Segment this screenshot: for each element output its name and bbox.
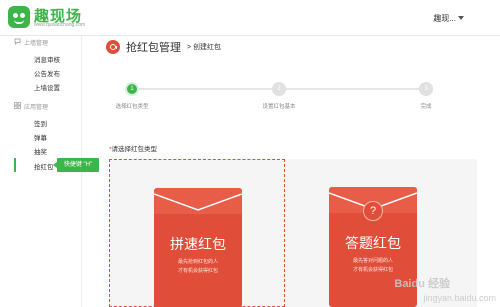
logo-mascot-icon [8,6,30,28]
sidebar-item-wall-settings[interactable]: 上墙设置 [34,82,60,92]
section-title-wall: 上墙管理 [24,41,49,47]
logo-subtitle: www.quxianchang.com [34,22,86,28]
packet-desc-line2: 才有机会获得红包 [352,267,393,273]
main-content: 抢红包管理 > 创建红包 1 2 3 选择红包类型 设置红包基本 完成 *请选择… [96,36,500,307]
breadcrumb: > 创建红包 [187,44,222,51]
sidebar-item-announcement[interactable]: 公告发布 [34,68,60,78]
step-3-dot: 3 [419,82,433,96]
step-1-dot: 1 [125,82,139,96]
packet-desc-line1: 最先抢到红包的人 [177,259,218,265]
sidebar-item-label: 抢红包 [34,164,54,171]
speed-packet-card[interactable]: 拼速红包 最先抢到红包的人 才有机会获得红包 [154,188,242,307]
step-2-dot: 2 [272,82,286,96]
shortcut-tooltip: 快捷键 "H" [53,158,99,172]
packet-flap [154,188,242,214]
packet-desc-line1: 最先答对问题的人 [352,258,393,264]
watermark-url: jingyan.baidu.com [423,293,496,303]
sidebar-item-message-review[interactable]: 消息审核 [34,54,60,64]
message-icon [14,38,21,45]
packet-title: 拼速红包 [170,236,226,252]
active-indicator [14,158,16,172]
app-root: 趣现场 www.quxianchang.com 趣现... 上墙管理 消息审核 … [0,0,500,307]
chevron-down-icon[interactable] [458,16,464,20]
sidebar-item-red-packet[interactable]: 抢红包 [14,158,58,172]
packet-desc-line2: 才有机会获得红包 [177,268,218,274]
sidebar-item-danmaku[interactable]: 弹幕 [34,132,47,142]
step-1-label: 选择红包类型 [115,104,149,110]
step-3-label: 完成 [420,104,432,110]
step-2-label: 设置红包基本 [262,104,296,110]
sidebar-item-lottery[interactable]: 抽奖 [34,146,47,156]
top-header: 趣现场 www.quxianchang.com 趣现... [0,0,500,36]
page-title: 抢红包管理 [126,42,181,54]
red-packet-icon [106,40,120,54]
section-title-apps: 应用管理 [24,105,49,111]
watermark-brand: Baidu 经验 [394,278,450,290]
sidebar-item-checkin[interactable]: 签到 [34,118,47,128]
user-menu[interactable]: 趣现... [433,13,456,24]
sidebar: 上墙管理 消息审核 公告发布 上墙设置 应用管理 签到 弹幕 抽奖 抢红包 快捷… [0,36,99,307]
grid-icon [14,102,21,109]
logo[interactable]: 趣现场 www.quxianchang.com [8,6,88,30]
type-prompt: *请选择红包类型 [109,143,157,153]
question-mark-icon: ? [363,201,383,221]
packet-title: 答题红包 [345,235,401,251]
prompt-text: 请选择红包类型 [111,146,158,153]
packet-type-option-speed[interactable]: 拼速红包 最先抢到红包的人 才有机会获得红包 [109,159,285,307]
